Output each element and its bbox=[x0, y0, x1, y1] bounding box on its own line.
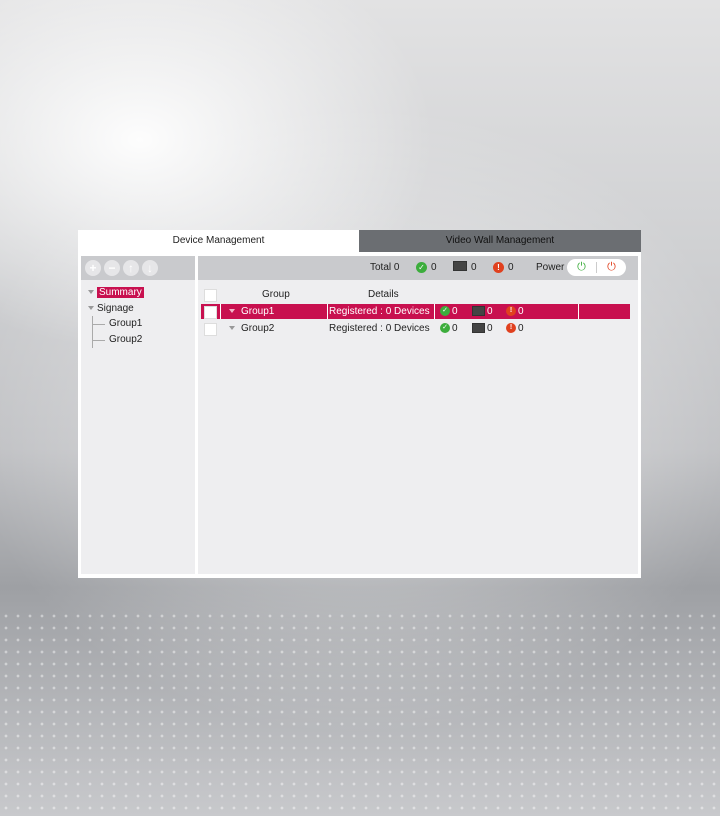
move-down-button[interactable]: ↓ bbox=[142, 260, 158, 276]
tree-item-label: Signage bbox=[97, 303, 134, 314]
monitor-icon bbox=[453, 261, 467, 272]
alert-circle-icon: ! bbox=[506, 323, 516, 334]
tree-connector bbox=[93, 340, 105, 341]
monitor-value: 0 bbox=[471, 262, 477, 273]
row-details: Registered : 0 Devices bbox=[329, 306, 430, 317]
divider bbox=[434, 304, 435, 319]
monitor-icon bbox=[472, 323, 485, 334]
table-row[interactable]: Group2 Registered : 0 Devices ✓ 0 0 ! 0 bbox=[201, 321, 630, 336]
row-monitor-count: 0 bbox=[472, 304, 493, 319]
device-list-panel: Total 0 ✓ 0 0 ! 0 Power ⏻ ⏻ Group Detail… bbox=[198, 256, 638, 574]
tree-connector bbox=[93, 324, 105, 325]
row-error-value: 0 bbox=[518, 323, 524, 334]
total-count: Total 0 bbox=[370, 256, 399, 280]
remove-group-button[interactable]: − bbox=[104, 260, 120, 276]
table-row[interactable]: Group1 Registered : 0 Devices ✓ 0 0 ! 0 bbox=[201, 304, 630, 319]
monitor-icon bbox=[472, 306, 485, 317]
tree-item-signage[interactable]: Signage bbox=[88, 302, 134, 316]
row-monitor-count: 0 bbox=[472, 321, 493, 336]
background-dot-pattern bbox=[0, 610, 720, 816]
chevron-down-icon bbox=[229, 309, 235, 314]
row-checkbox[interactable] bbox=[204, 306, 217, 319]
arrow-down-icon: ↓ bbox=[147, 261, 153, 275]
row-monitor-value: 0 bbox=[487, 323, 493, 334]
move-up-button[interactable]: ↑ bbox=[123, 260, 139, 276]
row-ok-value: 0 bbox=[452, 323, 458, 334]
tree-item-summary[interactable]: Summary bbox=[88, 286, 144, 300]
power-on-button[interactable]: ⏻ bbox=[567, 259, 596, 276]
check-circle-icon: ✓ bbox=[440, 323, 450, 334]
plus-icon: + bbox=[89, 261, 97, 275]
tree-item-label: Summary bbox=[97, 287, 144, 298]
row-error-count: ! 0 bbox=[506, 321, 524, 336]
tab-bar: Device Management Video Wall Management bbox=[78, 230, 641, 252]
row-ok-value: 0 bbox=[452, 306, 458, 317]
minus-icon: − bbox=[108, 261, 116, 275]
add-group-button[interactable]: + bbox=[85, 260, 101, 276]
monitor-count: 0 bbox=[453, 256, 477, 280]
chevron-down-icon bbox=[88, 290, 94, 295]
group-tree-panel: + − ↑ ↓ Summary Signage Group1 Group2 bbox=[81, 256, 195, 574]
row-group-name: Group1 bbox=[241, 306, 275, 317]
chevron-down-icon bbox=[229, 326, 235, 331]
ok-count: ✓ 0 bbox=[416, 256, 437, 280]
status-toolbar: Total 0 ✓ 0 0 ! 0 Power ⏻ ⏻ bbox=[198, 256, 638, 280]
ok-value: 0 bbox=[431, 262, 437, 273]
select-all-checkbox[interactable] bbox=[204, 289, 217, 302]
tab-device-management[interactable]: Device Management bbox=[78, 230, 359, 252]
error-value: 0 bbox=[508, 262, 514, 273]
row-ok-count: ✓ 0 bbox=[440, 321, 458, 336]
power-off-icon: ⏻ bbox=[607, 261, 616, 273]
check-circle-icon: ✓ bbox=[416, 261, 427, 273]
alert-circle-icon: ! bbox=[506, 306, 516, 317]
chevron-down-icon bbox=[88, 306, 94, 311]
row-checkbox[interactable] bbox=[204, 323, 217, 336]
arrow-up-icon: ↑ bbox=[128, 261, 134, 275]
alert-circle-icon: ! bbox=[493, 261, 504, 273]
total-label: Total bbox=[370, 262, 392, 273]
app-window: Device Management Video Wall Management … bbox=[78, 230, 641, 578]
column-header-details: Details bbox=[368, 289, 399, 300]
row-group-name: Group2 bbox=[241, 323, 275, 334]
row-details: Registered : 0 Devices bbox=[329, 323, 430, 334]
row-ok-count: ✓ 0 bbox=[440, 304, 458, 319]
tree-item-group2[interactable]: Group2 bbox=[109, 333, 142, 347]
power-on-icon: ⏻ bbox=[577, 261, 586, 273]
row-group-cell: Group2 bbox=[229, 321, 274, 336]
power-off-button[interactable]: ⏻ bbox=[597, 259, 626, 276]
row-group-cell: Group1 bbox=[229, 304, 274, 319]
power-label: Power bbox=[536, 262, 565, 273]
column-header-group: Group bbox=[262, 289, 290, 300]
divider bbox=[327, 304, 328, 319]
tab-video-wall-management[interactable]: Video Wall Management bbox=[359, 230, 641, 252]
divider bbox=[578, 304, 579, 319]
divider bbox=[220, 304, 221, 319]
row-error-value: 0 bbox=[518, 306, 524, 317]
row-error-count: ! 0 bbox=[506, 304, 524, 319]
tree-item-group1[interactable]: Group1 bbox=[109, 317, 142, 331]
power-toggle: ⏻ ⏻ bbox=[567, 259, 626, 276]
total-value: 0 bbox=[393, 262, 400, 273]
check-circle-icon: ✓ bbox=[440, 306, 450, 317]
row-monitor-value: 0 bbox=[487, 306, 493, 317]
tree-toolbar: + − ↑ ↓ bbox=[81, 256, 195, 280]
tree-connector bbox=[92, 316, 93, 348]
error-count: ! 0 bbox=[493, 256, 514, 280]
